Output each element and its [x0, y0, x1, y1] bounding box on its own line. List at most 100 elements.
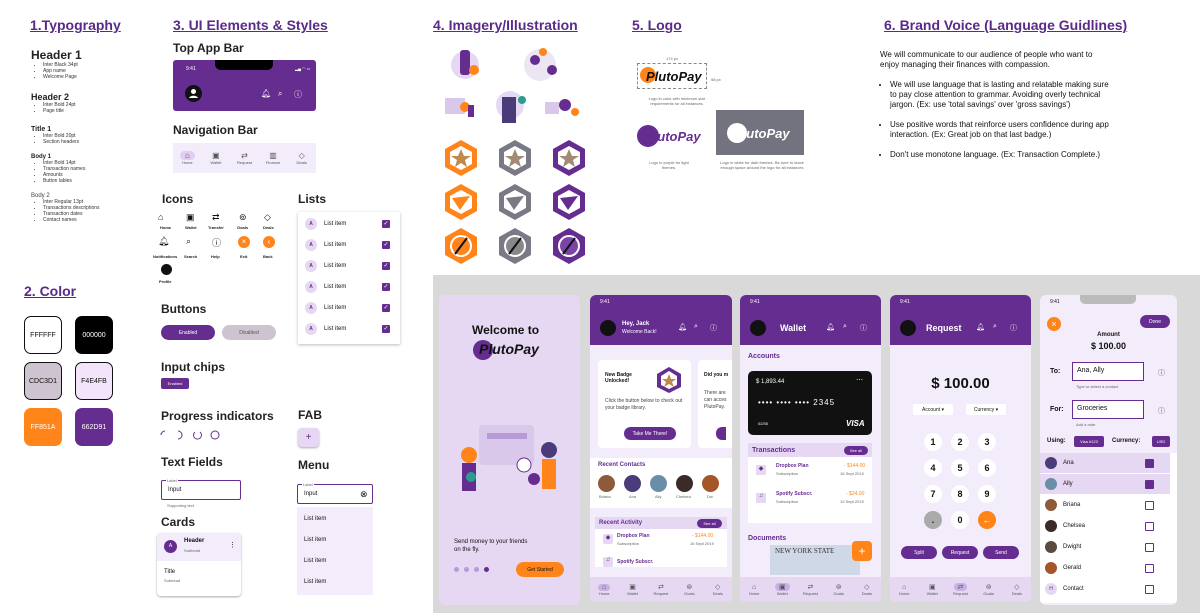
badge-card[interactable]: New Badge Unlocked! Click the button bel… — [598, 360, 691, 448]
menu-item[interactable]: List item — [297, 572, 373, 592]
credit-card[interactable]: $ 1,893.44 ⋯ •••• •••• •••• 2345 02/30 V… — [748, 371, 872, 435]
list-item[interactable]: A List item ✓ — [298, 298, 400, 318]
keypad-key[interactable]: 0 — [951, 511, 969, 529]
avatar[interactable] — [185, 85, 202, 102]
keypad-key[interactable]: 2 — [951, 433, 969, 451]
menu-field[interactable]: Label Input ⊗ — [297, 482, 373, 504]
get-started-button[interactable]: Get Started — [516, 562, 564, 577]
nav-finance[interactable]: ▥ Finance — [259, 151, 287, 165]
list-item[interactable]: A List item ✓ — [298, 256, 400, 276]
nav-wallet[interactable]: ▣ Wallet — [918, 583, 946, 596]
help-icon[interactable]: ⓘ — [860, 323, 867, 333]
contact-avatar[interactable] — [650, 475, 667, 492]
backspace-key[interactable]: ← — [978, 511, 996, 529]
currency-dropdown[interactable]: Currency ▾ — [966, 404, 1006, 415]
menu-item[interactable]: List item — [297, 530, 373, 550]
nav-wallet[interactable]: ▣ Wallet — [619, 583, 647, 596]
enabled-button[interactable]: Enabled — [161, 325, 215, 340]
nav-deals[interactable]: ◇ Deals — [704, 583, 732, 596]
contact-avatar[interactable] — [676, 475, 693, 492]
fab-button[interactable]: + — [298, 428, 319, 447]
menu-item[interactable]: List item — [297, 551, 373, 571]
input-chip[interactable]: Enabled — [161, 378, 189, 389]
nav-goals[interactable]: ⊚ Goals — [975, 583, 1003, 596]
close-icon[interactable]: × — [1047, 317, 1061, 331]
keypad-key[interactable]: 8 — [951, 485, 969, 503]
contact-avatar[interactable] — [702, 475, 719, 492]
nav-goals[interactable]: ⊚ Goals — [675, 583, 703, 596]
help-icon[interactable]: ⓘ — [294, 89, 302, 100]
bell-icon[interactable]: 🔔︎ — [826, 323, 835, 331]
contact-row[interactable]: Gerald — [1040, 558, 1170, 578]
help-icon[interactable]: ⓘ — [710, 323, 717, 333]
account-dropdown[interactable]: Account ▾ — [913, 404, 953, 415]
contact-row[interactable]: Briana — [1040, 495, 1170, 515]
page-dots[interactable] — [454, 567, 489, 572]
list-item[interactable]: A List item ✓ — [298, 277, 400, 297]
keypad-key[interactable]: 6 — [978, 459, 996, 477]
contact-row[interactable]: H Contact — [1040, 579, 1170, 599]
nav-request[interactable]: ⇄ Request — [230, 151, 258, 165]
keypad-key[interactable]: 3 — [978, 433, 996, 451]
nav-home[interactable]: ⌂ Home — [890, 584, 918, 596]
keypad-key[interactable]: 4 — [924, 459, 942, 477]
bell-icon[interactable]: 🔔︎ — [678, 323, 687, 331]
list-item[interactable]: A List item ✓ — [298, 319, 400, 339]
split-button[interactable]: Split — [901, 546, 937, 559]
bell-icon[interactable]: 🔔︎ — [976, 323, 985, 331]
contact-row[interactable]: Ally — [1040, 474, 1170, 494]
nav-deals[interactable]: ◇ Deals — [288, 151, 316, 165]
nav-deals[interactable]: ◇ Deals — [1003, 583, 1031, 596]
document-preview[interactable]: NEW YORK STATE — [770, 545, 860, 575]
disabled-button[interactable]: Disabled — [222, 325, 276, 340]
avatar[interactable] — [750, 320, 766, 336]
text-field[interactable]: Label Input — [161, 478, 241, 500]
help-icon[interactable]: ⓘ — [1158, 368, 1165, 378]
nav-wallet[interactable]: ▣ Wallet — [768, 583, 796, 596]
nav-home[interactable]: ⌂ Home — [173, 151, 201, 165]
keypad-key[interactable]: 7 — [924, 485, 942, 503]
bell-icon[interactable]: 🔔︎ — [261, 89, 271, 98]
avatar[interactable] — [900, 320, 916, 336]
list-item[interactable]: A List item ✓ — [298, 214, 400, 234]
menu-item[interactable]: List item — [297, 509, 373, 529]
nav-goals[interactable]: ⊚ Goals — [825, 583, 853, 596]
help-icon[interactable]: ⓘ — [1010, 323, 1017, 333]
search-icon[interactable]: ⌕ — [993, 323, 997, 331]
search-icon[interactable]: ⌕ — [843, 323, 847, 331]
take-me-there-button[interactable]: Take Me There! — [624, 427, 676, 440]
list-item[interactable]: A List item ✓ — [298, 235, 400, 255]
contact-avatar[interactable] — [624, 475, 641, 492]
done-button[interactable]: Done — [1140, 315, 1170, 328]
using-chip[interactable]: Visa #123 — [1074, 436, 1104, 447]
info-card[interactable]: Did you m There are can acces PlutoPay. — [698, 360, 732, 448]
for-field[interactable]: Groceries — [1072, 400, 1144, 419]
to-field[interactable]: Ana, Ally — [1072, 362, 1144, 381]
add-fab[interactable]: + — [852, 541, 872, 561]
nav-request[interactable]: ⇄ Request — [946, 583, 974, 596]
contact-avatar[interactable] — [598, 475, 615, 492]
contact-row[interactable]: Chelsea — [1040, 516, 1170, 536]
help-icon[interactable]: ⓘ — [1158, 406, 1165, 416]
see-all-button[interactable]: See all — [697, 519, 722, 528]
request-button[interactable]: Request — [942, 546, 978, 559]
search-icon[interactable]: ⌕ — [694, 323, 698, 331]
send-button[interactable]: Send — [983, 546, 1019, 559]
contact-row[interactable]: Ana — [1040, 453, 1170, 473]
currency-chip[interactable]: USD — [1152, 436, 1170, 447]
see-all-button[interactable]: See all — [844, 446, 868, 455]
search-icon[interactable]: ⌕ — [278, 89, 282, 99]
keypad-key[interactable]: . — [924, 511, 942, 529]
card-sample[interactable]: A Header Subhead ⋮ Title Subhead — [157, 533, 241, 596]
keypad-key[interactable]: 9 — [978, 485, 996, 503]
nav-deals[interactable]: ◇ Deals — [853, 583, 881, 596]
nav-wallet[interactable]: ▣ Wallet — [202, 151, 230, 165]
nav-request[interactable]: ⇄ Request — [647, 583, 675, 596]
nav-home[interactable]: ⌂ Home — [590, 583, 618, 596]
keypad-key[interactable]: 5 — [951, 459, 969, 477]
keypad-key[interactable]: 1 — [924, 433, 942, 451]
nav-home[interactable]: ⌂ Home — [740, 584, 768, 596]
nav-request[interactable]: ⇄ Request — [796, 583, 824, 596]
contact-row[interactable]: Dwight — [1040, 537, 1170, 557]
avatar[interactable] — [600, 320, 616, 336]
